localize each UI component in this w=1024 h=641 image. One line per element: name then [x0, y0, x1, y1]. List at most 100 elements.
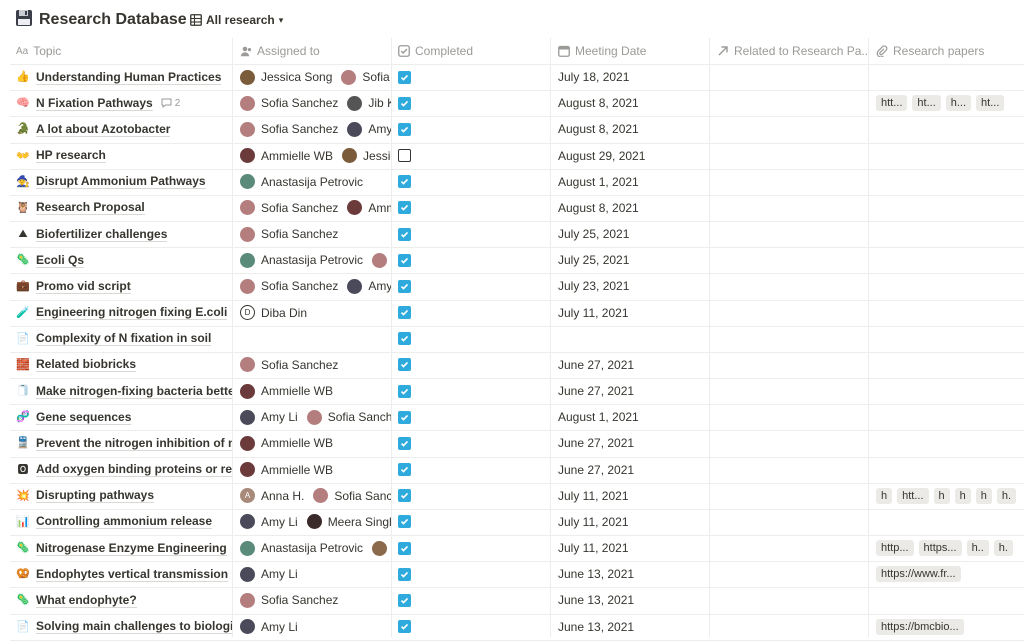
person-chip[interactable]: Ammi — [347, 200, 391, 216]
view-switcher[interactable]: All research ▾ — [190, 11, 283, 29]
research-papers-cell[interactable] — [876, 64, 1024, 90]
research-papers-cell[interactable] — [876, 221, 1024, 247]
table-row[interactable]: 👍 Understanding Human Practices Jessica So… — [0, 64, 1024, 90]
research-papers-cell[interactable]: https://www.fr... — [876, 561, 1024, 587]
table-row[interactable]: 📄 Solving main challenges to biological Am… — [0, 614, 1024, 640]
research-papers-cell[interactable]: https://bmcbio... — [876, 614, 1024, 640]
table-row[interactable]: 📄 Complexity of N fixation in soil — [0, 326, 1024, 352]
meeting-date-cell[interactable]: June 13, 2021 — [558, 614, 708, 640]
assigned-cell[interactable]: Jessica Song Sofia S — [240, 64, 391, 90]
paper-link[interactable]: htt... — [897, 487, 929, 504]
assigned-cell[interactable]: Amy Li — [240, 614, 391, 640]
completed-checkbox[interactable] — [398, 149, 411, 162]
assigned-cell[interactable]: Sofia Sanchez Amy L — [240, 116, 391, 142]
topic-title[interactable]: Biofertilizer challenges — [36, 227, 168, 242]
research-papers-cell[interactable] — [876, 247, 1024, 273]
research-papers-cell[interactable] — [876, 326, 1024, 352]
assigned-cell[interactable] — [240, 326, 391, 352]
topic-cell[interactable]: 📊 Controlling ammonium release — [16, 509, 232, 535]
meeting-date-cell[interactable]: August 29, 2021 — [558, 143, 708, 169]
person-chip[interactable]: Amy Li — [240, 619, 298, 635]
person-chip[interactable]: Sofia Sanche — [313, 488, 391, 504]
completed-checkbox[interactable] — [398, 201, 411, 215]
topic-cell[interactable]: 🅾 Add oxygen binding proteins or respir — [16, 457, 232, 483]
column-header-assigned[interactable]: Assigned to — [240, 38, 389, 64]
topic-cell[interactable]: 🦉 Research Proposal — [16, 195, 232, 221]
paper-link[interactable]: h — [933, 487, 950, 504]
assigned-cell[interactable]: Sofia Sanchez — [240, 221, 391, 247]
table-row[interactable]: 💥 Disrupting pathways A Anna H. Sofia Sanche… — [0, 483, 1024, 509]
column-header-topic[interactable]: Aa Topic — [16, 38, 230, 64]
topic-title[interactable]: Nitrogenase Enzyme Engineering — [36, 541, 227, 556]
person-chip[interactable]: Sofia Sanchez — [240, 200, 338, 216]
assigned-cell[interactable]: Sofia Sanchez Jib K — [240, 90, 391, 116]
table-row[interactable]: ⛰ Biofertilizer challenges Sofia Sanchez Ju… — [0, 221, 1024, 247]
research-papers-cell[interactable] — [876, 273, 1024, 299]
person-chip[interactable]: Amy L — [347, 121, 391, 137]
topic-cell[interactable]: 💼 Promo vid script — [16, 273, 232, 299]
research-papers-cell[interactable]: http... https... h.. h. — [876, 535, 1024, 561]
topic-cell[interactable]: 🧪 Engineering nitrogen fixing E.coli — [16, 300, 232, 326]
person-chip[interactable]: Jessica — [342, 148, 391, 163]
paper-link[interactable]: h — [954, 487, 971, 504]
person-chip[interactable]: Anastasija Petrovic — [240, 540, 363, 556]
person-chip[interactable]: Anastasija Petrovic — [240, 252, 363, 268]
meeting-date-cell[interactable]: July 11, 2021 — [558, 300, 708, 326]
table-row[interactable]: 🦠 Nitrogenase Enzyme Engineering Anastasij… — [0, 535, 1024, 561]
assigned-cell[interactable]: Ammielle WB — [240, 457, 391, 483]
completed-checkbox[interactable] — [398, 122, 411, 136]
topic-cell[interactable]: 🧙 Disrupt Ammonium Pathways — [16, 169, 232, 195]
table-row[interactable]: 🧻 Make nitrogen-fixing bacteria better c A… — [0, 378, 1024, 404]
research-papers-cell[interactable]: htt... ht... h... ht... — [876, 90, 1024, 116]
table-row[interactable]: 👐 HP research Ammielle WB Jessica August 29,… — [0, 143, 1024, 169]
table-row[interactable]: 🦠 What endophyte? Sofia Sanchez June 13, 20… — [0, 587, 1024, 613]
topic-title[interactable]: Endophytes vertical transmission — [36, 567, 229, 582]
topic-title[interactable]: Disrupting pathways — [36, 488, 155, 504]
paper-link[interactable]: h. — [993, 540, 1013, 557]
paper-link[interactable]: h — [975, 487, 992, 504]
completed-checkbox[interactable] — [398, 227, 411, 241]
research-papers-cell[interactable] — [876, 587, 1024, 613]
research-papers-cell[interactable] — [876, 116, 1024, 142]
person-chip[interactable]: Jessica Song — [240, 69, 332, 85]
meeting-date-cell[interactable]: June 27, 2021 — [558, 457, 708, 483]
assigned-cell[interactable]: Ammielle WB — [240, 430, 391, 456]
person-chip[interactable]: Sofia S — [341, 69, 391, 85]
topic-title[interactable]: HP research — [36, 148, 106, 163]
paper-link[interactable]: htt... — [876, 95, 908, 112]
paper-link[interactable]: h. — [996, 487, 1017, 504]
person-chip[interactable]: A Anna H. — [240, 488, 304, 504]
person-chip[interactable]: Sofia Sanchez — [240, 226, 338, 242]
assigned-cell[interactable]: Anastasija Petrovic V — [240, 535, 391, 561]
completed-checkbox[interactable] — [398, 410, 411, 424]
person-chip[interactable]: D Diba Din — [240, 305, 307, 321]
completed-checkbox[interactable] — [398, 253, 411, 267]
topic-title[interactable]: Related biobricks — [36, 357, 137, 373]
completed-checkbox[interactable] — [398, 489, 411, 503]
column-header-meeting-date[interactable]: Meeting Date — [558, 38, 708, 64]
topic-title[interactable]: Ecoli Qs — [36, 253, 85, 268]
person-chip[interactable]: Anastasija Petrovic — [240, 174, 363, 190]
meeting-date-cell[interactable]: August 8, 2021 — [558, 116, 708, 142]
meeting-date-cell[interactable]: July 11, 2021 — [558, 509, 708, 535]
topic-title[interactable]: Solving main challenges to biological — [36, 619, 232, 635]
table-row[interactable]: 💼 Promo vid script Sofia Sanchez Amy L July … — [0, 273, 1024, 299]
person-chip[interactable]: Sofia Sanchez — [240, 95, 338, 111]
topic-cell[interactable]: 🧻 Make nitrogen-fixing bacteria better c — [16, 378, 232, 404]
person-chip[interactable]: Ammielle WB — [240, 462, 333, 478]
research-papers-cell[interactable] — [876, 195, 1024, 221]
completed-checkbox[interactable] — [398, 436, 411, 450]
person-chip[interactable]: V — [372, 540, 391, 556]
topic-title[interactable]: A lot about Azotobacter — [36, 122, 171, 137]
meeting-date-cell[interactable]: July 11, 2021 — [558, 535, 708, 561]
completed-checkbox[interactable] — [398, 70, 411, 84]
table-row[interactable]: 🦠 Ecoli Qs Anastasija Petrovic S July 25, 20… — [0, 247, 1024, 273]
meeting-date-cell[interactable]: August 8, 2021 — [558, 90, 708, 116]
paper-link[interactable]: h... — [945, 95, 972, 112]
topic-cell[interactable]: 🧠 N Fixation Pathways 2 — [16, 90, 232, 116]
research-papers-cell[interactable] — [876, 378, 1024, 404]
topic-title[interactable]: What endophyte? — [36, 593, 137, 608]
table-row[interactable]: 🚆 Prevent the nitrogen inhibition of nitr… — [0, 430, 1024, 456]
completed-checkbox[interactable] — [398, 593, 411, 607]
person-chip[interactable]: Sofia Sanchez — [240, 278, 338, 294]
